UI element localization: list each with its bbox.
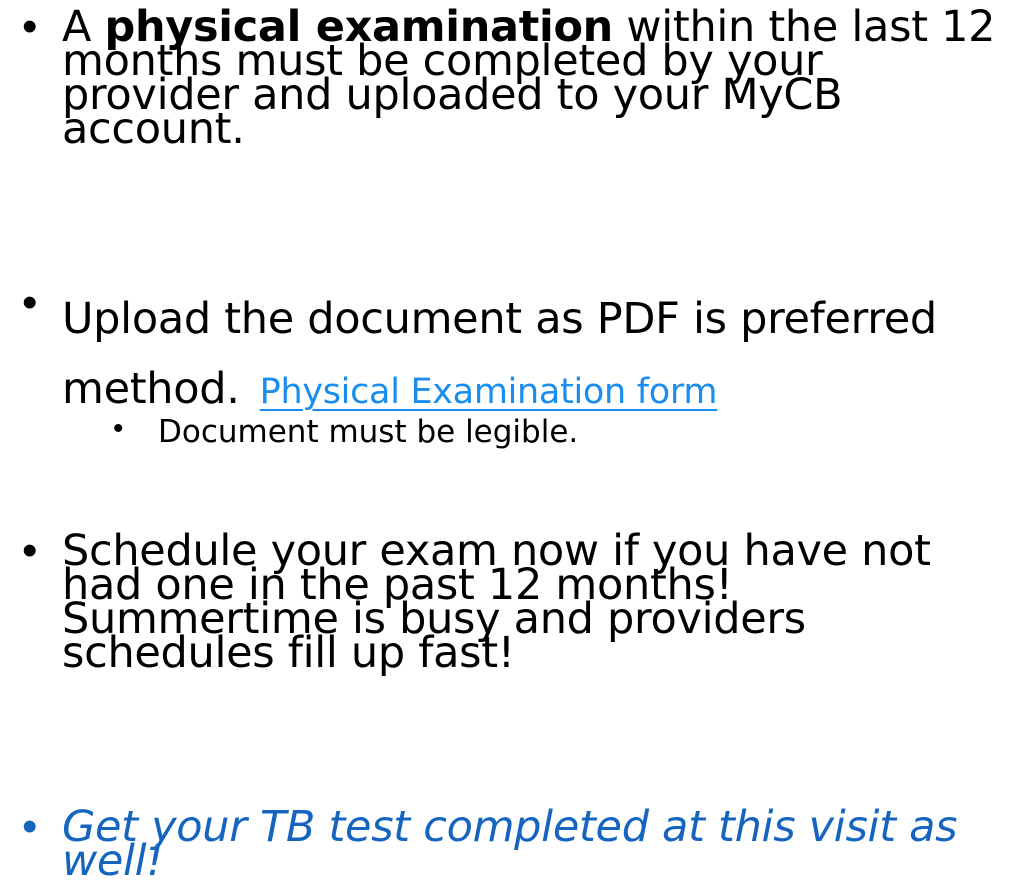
slide-body: • A physical examination within the last…	[0, 0, 1028, 891]
sub-bullet-text: Document must be legible.	[158, 414, 579, 450]
bullet-dot: •	[22, 278, 38, 327]
bullet-dot: •	[113, 412, 124, 445]
bullet-tb-test: • Get your TB test completed at this vis…	[0, 802, 1028, 886]
bullet-dot: •	[22, 2, 38, 51]
bullet-line: Get your TB test completed at this visit…	[62, 802, 958, 852]
sub-bullet-legible: • Document must be legible.	[0, 412, 1028, 454]
bullet-physical-exam: • A physical examination within the last…	[0, 2, 1028, 186]
bullet-schedule-exam: • Schedule your exam now if you have not…	[0, 526, 1028, 710]
bullet-dot: •	[22, 526, 38, 575]
bullet-text: Get your TB test completed at this visit…	[62, 802, 958, 883]
bullet-line: Upload the document as PDF is preferred	[62, 294, 937, 344]
bullet-text: Schedule your exam now if you have not h…	[62, 530, 931, 675]
bullet-text: Upload the document as PDF is preferred …	[62, 284, 937, 427]
bullet-upload-pdf: • Upload the document as PDF is preferre…	[0, 278, 1028, 414]
method-text: method.	[62, 364, 240, 414]
physical-exam-form-link[interactable]: Physical Examination form	[260, 372, 718, 412]
bullet-text: A physical examination within the last 1…	[62, 6, 996, 151]
bullet-dot: •	[22, 802, 38, 851]
